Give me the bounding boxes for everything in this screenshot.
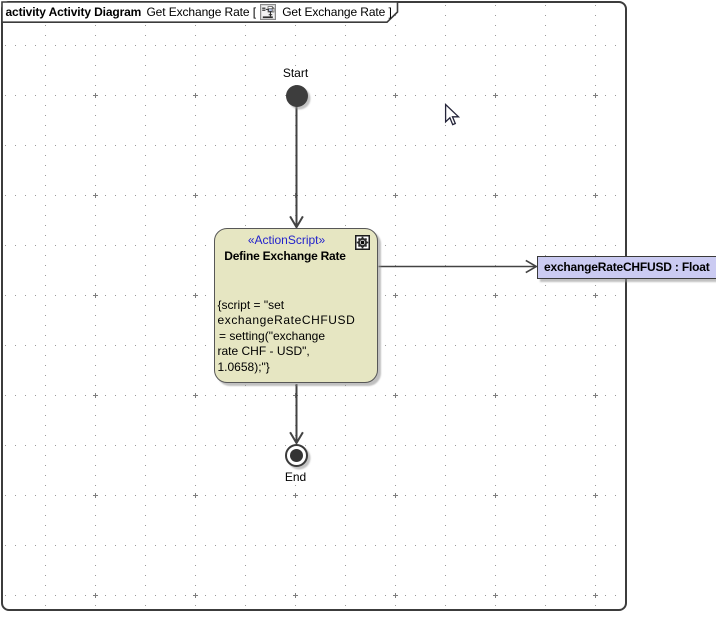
action-node-define-exchange-rate[interactable]: «ActionScript» Define Exchange Rate {scr…: [214, 228, 378, 383]
frame-close-bracket: ]: [388, 5, 391, 19]
script-line: {script = "set: [218, 298, 356, 313]
action-script-text: {script = "setexchangeRateCHFUSD = setti…: [218, 298, 356, 375]
frame-diagram-type: Activity Diagram: [49, 5, 142, 19]
end-node-label: End: [236, 470, 356, 484]
script-line: rate CHF - USD",: [218, 344, 356, 359]
object-node-label: exchangeRateCHFUSD : Float: [538, 260, 710, 274]
activity-diagram-icon: [260, 4, 276, 20]
gear-icon: [355, 235, 370, 250]
action-stereotype: «ActionScript»: [215, 233, 358, 247]
frame-keyword: activity: [6, 5, 46, 19]
object-node-exchange-rate[interactable]: exchangeRateCHFUSD : Float: [537, 256, 716, 280]
frame-header[interactable]: activity Activity Diagram Get Exchange R…: [6, 3, 392, 21]
magicdraw-diagram-pane: { "frame": { "keyword": "activity", "dia…: [0, 0, 716, 618]
frame-keyword-and-type: activity Activity Diagram: [6, 5, 142, 19]
initial-node[interactable]: [286, 85, 308, 107]
script-line: exchangeRateCHFUSD: [218, 313, 356, 328]
frame-diagram-name-text: Get Exchange Rate: [146, 5, 249, 19]
final-node[interactable]: [285, 444, 308, 467]
action-name: Define Exchange Rate: [215, 249, 355, 263]
final-node-inner-dot: [290, 449, 303, 462]
frame-open-bracket: [: [253, 5, 256, 19]
frame-diagram-name: Get Exchange Rate [: [143, 5, 256, 19]
script-line: 1.0658);"}: [218, 360, 356, 375]
frame-content-name-text: Get Exchange Rate: [282, 5, 385, 19]
start-node-label: Start: [236, 66, 356, 80]
script-line: = setting("exchange: [216, 329, 356, 344]
frame-content-name: Get Exchange Rate ]: [279, 5, 392, 19]
